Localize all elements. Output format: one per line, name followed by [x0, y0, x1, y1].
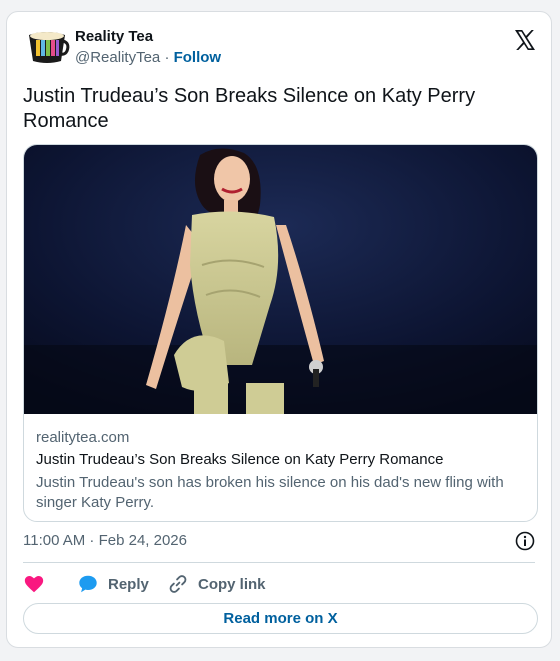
reply-bubble-icon — [79, 575, 97, 593]
link-description: Justin Trudeau's son has broken his sile… — [36, 474, 504, 511]
author-avatar[interactable] — [23, 27, 71, 67]
action-bar: Reply Copy link — [23, 570, 523, 598]
follow-link[interactable]: Follow — [174, 49, 222, 66]
meta-separator: · — [164, 49, 170, 66]
article-photo[interactable] — [24, 145, 538, 414]
copy-link-label: Copy link — [198, 575, 266, 593]
x-logo-icon[interactable] — [513, 28, 537, 52]
heart-icon — [24, 576, 44, 593]
reply-button[interactable]: Reply — [77, 570, 149, 598]
link-icon — [169, 575, 187, 593]
timestamp[interactable]: 11:00 AM · Feb 24, 2026 — [23, 532, 187, 549]
reply-label: Reply — [108, 575, 149, 593]
copy-link-button[interactable]: Copy link — [167, 570, 266, 598]
author-handle[interactable]: @RealityTea — [75, 49, 160, 66]
tweet-embed-card: Reality Tea @RealityTea · Follow Justin … — [6, 11, 552, 648]
link-preview-card[interactable]: realitytea.com Justin Trudeau’s Son Brea… — [23, 144, 538, 522]
divider — [23, 562, 535, 563]
info-icon[interactable] — [515, 531, 535, 551]
link-title[interactable]: Justin Trudeau’s Son Breaks Silence on K… — [36, 451, 443, 468]
tweet-text: Justin Trudeau’s Son Breaks Silence on K… — [23, 85, 476, 132]
link-domain: realitytea.com — [36, 429, 130, 446]
author-block: Reality Tea @RealityTea · Follow — [75, 28, 221, 67]
author-meta: @RealityTea · Follow — [75, 49, 221, 67]
read-more-button[interactable]: Read more on X — [23, 603, 538, 634]
author-name[interactable]: Reality Tea — [75, 28, 221, 46]
like-button[interactable] — [23, 570, 54, 598]
